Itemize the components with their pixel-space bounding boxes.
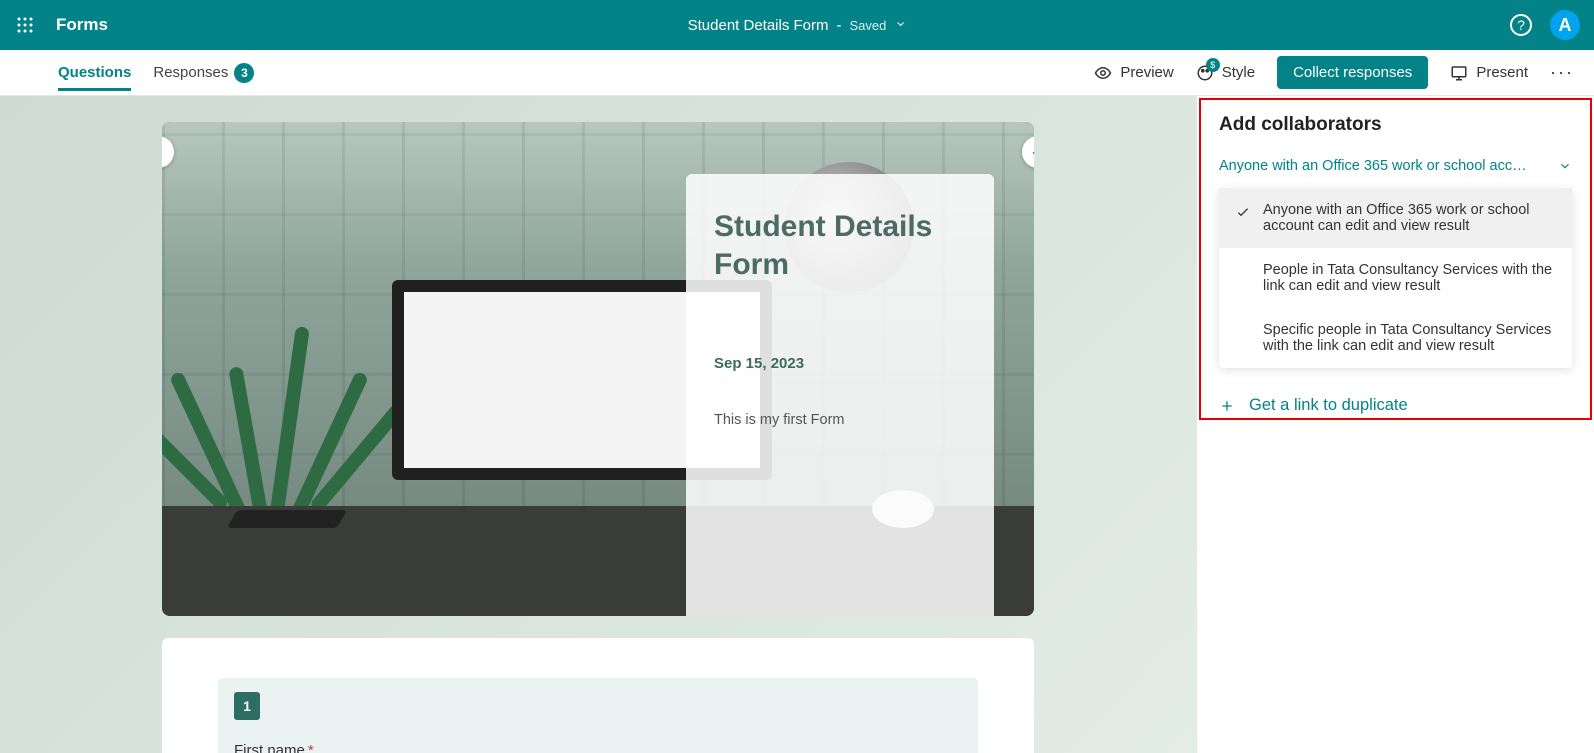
duplicate-link[interactable]: Get a link to duplicate <box>1219 396 1572 415</box>
brand-label[interactable]: Forms <box>56 15 108 35</box>
save-status: Saved <box>850 18 887 33</box>
style-badge: $ <box>1206 58 1220 72</box>
title-separator: - <box>837 17 842 34</box>
collab-option-specific[interactable]: Specific people in Tata Consultancy Serv… <box>1219 308 1572 368</box>
form-canvas: 1 Student Details Form Sep 15, 2023 This… <box>0 96 1196 753</box>
panel-heading: Add collaborators <box>1219 114 1572 136</box>
eye-icon <box>1094 64 1112 82</box>
form-header-image: 1 Student Details Form Sep 15, 2023 This… <box>162 122 1034 616</box>
question-number: 1 <box>234 692 260 720</box>
form-description: This is my first Form <box>714 412 966 428</box>
form-title[interactable]: Student Details Form <box>688 17 829 34</box>
app-launcher[interactable] <box>0 16 50 34</box>
option-label: Specific people in Tata Consultancy Serv… <box>1263 322 1556 354</box>
form-heading: Student Details Form <box>714 208 966 283</box>
style-label: Style <box>1222 64 1255 81</box>
avatar[interactable]: A <box>1550 10 1580 40</box>
header-title-group: Student Details Form - Saved <box>688 17 907 34</box>
style-button[interactable]: $ Style <box>1196 64 1255 82</box>
option-label: Anyone with an Office 365 work or school… <box>1263 202 1556 234</box>
question-card-1[interactable]: 1 First name* <box>162 638 1034 753</box>
collect-responses-button[interactable]: Collect responses <box>1277 56 1428 89</box>
present-label: Present <box>1476 64 1528 81</box>
header-right: ? A <box>1510 10 1594 40</box>
collaborators-panel: Add collaborators Anyone with an Office … <box>1196 96 1594 753</box>
main-tabs: Questions Responses 3 <box>0 53 254 93</box>
toolbar: Questions Responses 3 Preview $ Style Co… <box>0 50 1594 96</box>
form-date: Sep 15, 2023 <box>714 355 966 372</box>
title-dropdown[interactable] <box>894 17 906 34</box>
tab-responses-label: Responses <box>153 64 228 81</box>
present-icon <box>1450 64 1468 82</box>
chevron-down-icon <box>1558 159 1572 173</box>
preview-label: Preview <box>1120 64 1173 81</box>
main-layout: 1 Student Details Form Sep 15, 2023 This… <box>0 96 1594 753</box>
check-icon <box>1235 204 1251 224</box>
collab-option-org[interactable]: People in Tata Consultancy Services with… <box>1219 248 1572 308</box>
plus-icon <box>1219 398 1235 414</box>
collaborator-scope-dropdown[interactable]: Anyone with an Office 365 work or school… <box>1219 158 1572 174</box>
question-text: First name <box>234 742 305 753</box>
pause-icon <box>162 145 165 159</box>
lightning-icon <box>1031 145 1034 159</box>
help-icon[interactable]: ? <box>1510 14 1532 36</box>
question-inner: 1 First name* <box>218 678 978 753</box>
form-wrap: 1 Student Details Form Sep 15, 2023 This… <box>162 122 1034 753</box>
more-options[interactable]: ··· <box>1550 62 1574 83</box>
dropdown-selected-label: Anyone with an Office 365 work or school… <box>1219 158 1529 174</box>
app-header: Forms Student Details Form - Saved ? A <box>0 0 1594 50</box>
duplicate-label: Get a link to duplicate <box>1249 396 1408 415</box>
collab-option-anyone[interactable]: Anyone with an Office 365 work or school… <box>1219 188 1572 248</box>
form-title-card[interactable]: Student Details Form Sep 15, 2023 This i… <box>686 174 994 616</box>
toolbar-right: Preview $ Style Collect responses Presen… <box>1094 56 1594 89</box>
responses-count-badge: 3 <box>234 63 254 83</box>
preview-button[interactable]: Preview <box>1094 64 1173 82</box>
question-label: First name* <box>234 742 962 753</box>
tab-responses[interactable]: Responses 3 <box>153 53 254 93</box>
present-button[interactable]: Present <box>1450 64 1528 82</box>
tab-questions[interactable]: Questions <box>58 54 131 91</box>
option-label: People in Tata Consultancy Services with… <box>1263 262 1556 294</box>
waffle-icon <box>16 16 34 34</box>
collaborator-options: Anyone with an Office 365 work or school… <box>1219 188 1572 368</box>
required-mark: * <box>308 742 314 753</box>
